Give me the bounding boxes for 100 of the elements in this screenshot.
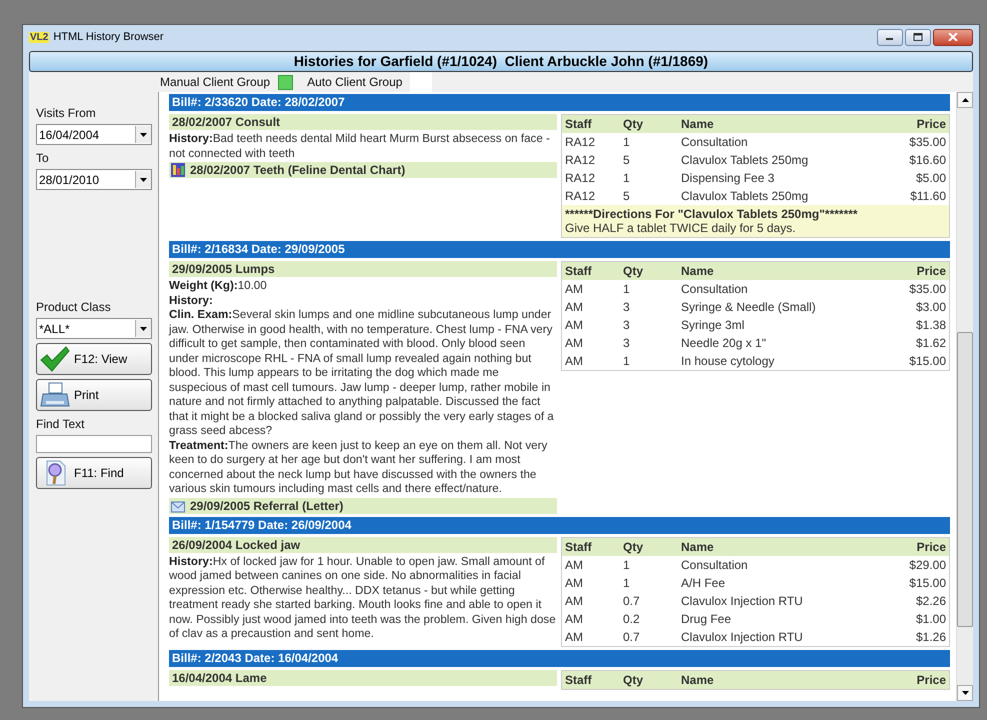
table-cell-text: AM xyxy=(565,576,584,590)
vertical-scrollbar[interactable] xyxy=(956,92,973,701)
window-title: HTML History Browser xyxy=(53,31,165,43)
table-cell-text: $1.38 xyxy=(914,318,946,332)
bill-header: Bill#: 2/33620 Date: 28/02/2007 xyxy=(169,94,950,111)
column-header: Staff xyxy=(565,264,593,278)
note-text: Clin. Exam:Several skin lumps and one midline subcutaneous lump under jaw. Otherwise in good health, with no temperature. Chest lump - FNA very difficult to get sample, then contaminated with blood. Only blood seen under microscope RHL - FNA of small lump revealed again nothing but blood. This lump appears to be irritating the dog which made me suspecious of mast cell tumours. Jaw lump - deeper lump, rather mobile in nature and not firmly attached to anything palpatable. Discussed the fact that it might be a blocked saliva gland or possibly the very early stages of a grass seed abcess? xyxy=(169,308,555,438)
table-cell-text: AM xyxy=(565,594,584,608)
to-field[interactable]: 28/01/2010 xyxy=(36,169,152,190)
app-logo: VL2 xyxy=(29,32,50,42)
visits-from-label: Visits From xyxy=(36,106,97,120)
visits-from-field[interactable]: 16/04/2004 xyxy=(36,124,152,145)
table-cell-text: 0.2 xyxy=(623,612,641,626)
table-cell-text: AM xyxy=(565,336,584,350)
table-cell-text: AM xyxy=(565,300,584,314)
column-header: Name xyxy=(681,264,715,278)
directions-heading: ******Directions For "Clavulox Tablets 250mg"******* xyxy=(565,207,859,221)
table-cell-text: Clavulox Injection RTU xyxy=(681,630,804,644)
column-header: Qty xyxy=(623,117,644,131)
table-cell-text: 5 xyxy=(623,189,631,203)
print-button[interactable]: Print xyxy=(36,379,152,411)
column-header: Staff xyxy=(565,117,593,131)
table-cell-text: AM xyxy=(565,558,584,572)
table-cell-text: 3 xyxy=(623,318,631,332)
table-cell-text: Consultation xyxy=(681,282,749,296)
chart-icon xyxy=(171,163,185,177)
table-cell-text: Drug Fee xyxy=(681,612,732,626)
table-cell-text: 3 xyxy=(623,336,631,350)
table-cell-text: 1 xyxy=(623,576,631,590)
attachment-link[interactable]: 28/02/2007 Teeth (Feline Dental Chart) xyxy=(169,162,557,178)
attachment-link[interactable]: 29/09/2005 Referral (Letter) xyxy=(169,498,557,514)
consult-title: 29/09/2005 Lumps xyxy=(169,261,557,277)
printer-icon xyxy=(40,382,70,408)
checkmark-icon xyxy=(40,346,70,372)
table-cell-text: 1 xyxy=(623,282,631,296)
note-text: History:Hx of locked jaw for 1 hour. Unable to open jaw. Small amount of wood jamed between canines on one side. No abnormalities in facial expression etc. Otherwise healthy... DDX tetanus - but while getting treatment ready she started barking. Mouth looks fine and able to open it now. Possibly just wood jamed into teeth was the problem. Given high dose of clav as a precaustion and sent home. xyxy=(169,554,557,642)
envelope-icon xyxy=(171,498,185,512)
table-cell-text: AM xyxy=(565,612,584,626)
table-cell-text: $1.26 xyxy=(914,630,946,644)
table-cell-text: AM xyxy=(565,282,584,296)
table-cell-text: Clavulox Injection RTU xyxy=(681,594,804,608)
table-cell-text: RA12 xyxy=(565,153,596,167)
table-cell-text: 1 xyxy=(623,135,631,149)
maximize-button[interactable] xyxy=(905,28,931,46)
maximize-icon xyxy=(913,33,923,41)
note-text: Treatment:The owners are keen just to keep an eye on them all. Not very keen to do surgery at her age but don't want her suffering. I am most concerned about the neck lump but have discussed with the owners the various skin tumours including mast cells and there effect/nature. xyxy=(169,438,548,496)
table-cell-text: $3.00 xyxy=(914,300,946,314)
consult-title: 26/09/2004 Locked jaw xyxy=(169,536,557,552)
find-text-label: Find Text xyxy=(36,417,86,431)
view-button[interactable]: F12: View xyxy=(36,343,152,375)
table-cell-text: $15.00 xyxy=(908,354,946,368)
table-cell-text: Clavulox Tablets 250mg xyxy=(681,189,810,203)
table-cell-text: $15.00 xyxy=(908,576,946,590)
table-cell-text: $11.60 xyxy=(909,189,946,203)
table-cell-text: A/H Fee xyxy=(681,576,726,590)
table-cell-text: Consultation xyxy=(681,135,749,149)
bill-header: Bill#: 2/2043 Date: 16/04/2004 xyxy=(169,650,950,666)
table-cell-text: RA12 xyxy=(565,135,596,149)
table-cell-text: 5 xyxy=(623,153,631,167)
product-class-label: Product Class xyxy=(36,300,112,314)
column-header: Qty xyxy=(623,672,644,686)
table-cell-text: $1.62 xyxy=(914,336,946,350)
table-cell-text: $5.00 xyxy=(914,171,946,185)
close-button[interactable] xyxy=(933,28,973,46)
bill-header: Bill#: 1/154779 Date: 26/09/2004 xyxy=(169,516,950,534)
scroll-up-icon[interactable] xyxy=(957,92,973,108)
product-class-field[interactable]: *ALL* xyxy=(36,318,152,339)
table-cell-text: 0.7 xyxy=(623,594,641,608)
column-header: Staff xyxy=(565,672,593,686)
column-header: Staff xyxy=(565,540,593,554)
table-cell-text: 1 xyxy=(623,354,631,368)
column-header: Qty xyxy=(623,540,644,554)
table-cell-text: In house cytology xyxy=(681,354,776,368)
close-icon xyxy=(948,33,958,41)
table-cell-text: AM xyxy=(565,318,584,332)
scroll-thumb[interactable] xyxy=(957,332,973,627)
header-title: Histories for Garfield (#1/1024) Client Arbuckle John (#1/1869) xyxy=(29,51,973,72)
table-cell-text: Consultation xyxy=(681,558,749,572)
client-group-label: Manual Client Group xyxy=(160,75,270,89)
column-header: Name xyxy=(681,672,715,686)
table-cell-text: 1 xyxy=(623,171,631,185)
column-header: Name xyxy=(681,540,715,554)
column-header: Price xyxy=(916,264,946,278)
table-cell-text: $29.00 xyxy=(908,558,946,572)
consult-title: 28/02/2007 Consult xyxy=(169,114,557,130)
minimize-button[interactable] xyxy=(877,28,903,46)
table-cell-text: RA12 xyxy=(565,171,596,185)
find-button[interactable]: F11: Find xyxy=(36,457,152,489)
table-cell-text: 3 xyxy=(623,300,631,314)
column-header: Price xyxy=(916,540,946,554)
column-header: Name xyxy=(681,117,715,131)
table-cell-text: $35.00 xyxy=(908,135,946,149)
find-text-field[interactable] xyxy=(36,435,152,453)
table-cell-text: 0.7 xyxy=(623,630,641,644)
table-cell-text: Syringe 3ml xyxy=(681,318,746,332)
consult-title: 16/04/2004 Lame xyxy=(169,670,557,686)
table-cell-text: $16.60 xyxy=(908,153,946,167)
note-text: History:Bad teeth needs dental Mild heart Murm Burst absecess on face - not connected with teeth xyxy=(169,132,551,161)
table-cell-text: $1.00 xyxy=(914,612,946,626)
scroll-down-icon[interactable] xyxy=(957,685,973,701)
